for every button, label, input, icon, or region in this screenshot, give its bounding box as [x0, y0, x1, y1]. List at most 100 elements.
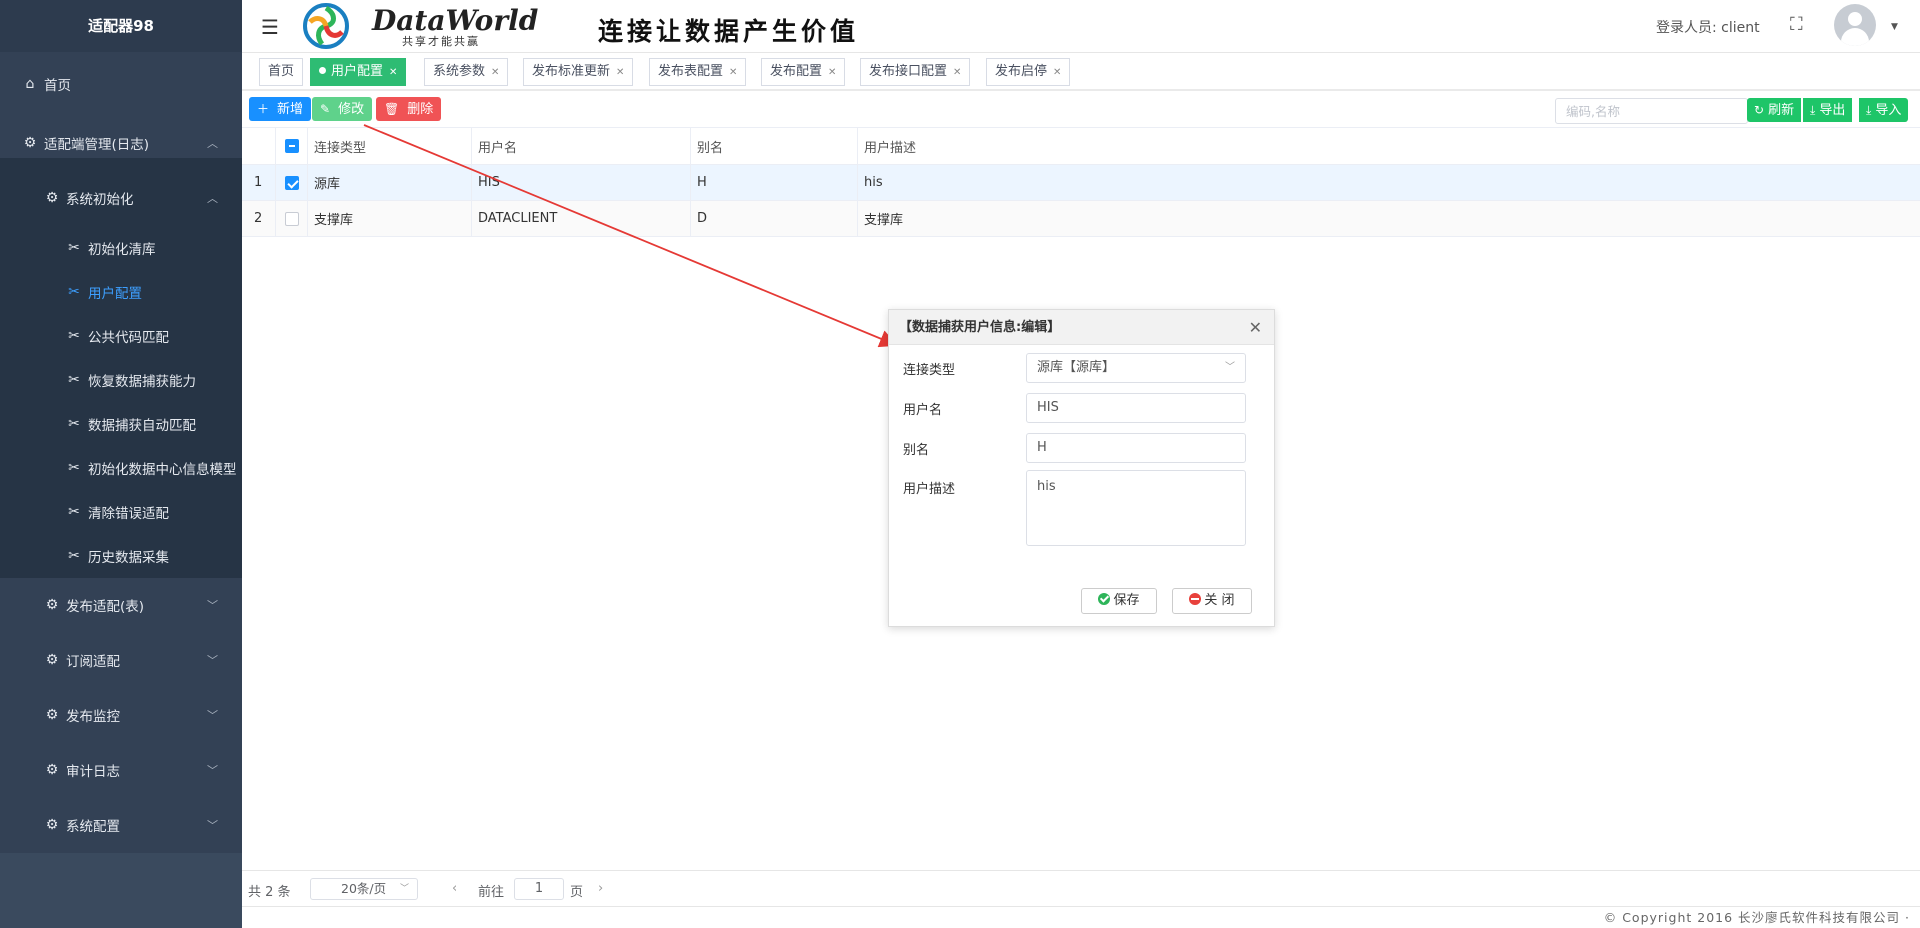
sidebar-item-history[interactable]: ✂ 历史数据采集 [0, 536, 242, 576]
tab-publish-standard[interactable]: 发布标准更新 ✕ [523, 58, 634, 86]
close-icon[interactable]: ✕ [1249, 318, 1262, 337]
sidebar-group-monitor[interactable]: ⚙ 发布监控 ﹀ [0, 695, 242, 735]
tools-icon: ✂ [68, 372, 80, 388]
close-icon[interactable]: ✕ [389, 67, 397, 78]
sidebar-item-restore-capture[interactable]: ✂ 恢复数据捕获能力 [0, 360, 242, 400]
sidebar-item-init-clear[interactable]: ✂ 初始化清库 [0, 228, 242, 268]
table-header: 连接类型 用户名 别名 用户描述 [242, 127, 1920, 165]
chevron-down-icon: ﹀ [207, 709, 218, 722]
row-checkbox[interactable] [284, 175, 299, 190]
close-icon[interactable]: ✕ [953, 67, 961, 78]
tab-publish-startstop[interactable]: 发布启停 ✕ [986, 58, 1071, 86]
close-icon[interactable]: ✕ [616, 67, 624, 78]
sidebar-item-label: 系统配置 [66, 819, 120, 835]
caret-down-icon[interactable]: ▼ [1891, 22, 1898, 32]
sidebar-item-clear-errors[interactable]: ✂ 清除错误适配 [0, 492, 242, 532]
sidebar-group-audit[interactable]: ⚙ 审计日志 ﹀ [0, 750, 242, 790]
tools-icon: ✂ [68, 416, 80, 432]
add-button[interactable]: ＋新增 [249, 97, 312, 121]
tab-publish-config[interactable]: 发布配置 ✕ [761, 58, 846, 86]
column-header[interactable]: 连接类型 [308, 128, 472, 164]
column-header[interactable]: 用户描述 [858, 128, 1920, 164]
close-button[interactable]: 关 闭 [1172, 588, 1252, 614]
row-checkbox[interactable] [284, 211, 299, 226]
prev-page-icon[interactable]: ‹ [452, 881, 457, 896]
sidebar-item-user-config[interactable]: ✂ 用户配置 [0, 272, 242, 312]
app-title: 适配器98 [0, 0, 242, 52]
table-cell: 支撑库 [864, 213, 904, 228]
sidebar-group-system-init[interactable]: ⚙ 系统初始化 ︿ [0, 178, 242, 218]
sidebar-item-auto-match[interactable]: ✂ 数据捕获自动匹配 [0, 404, 242, 444]
close-icon[interactable]: ✕ [491, 67, 499, 78]
column-header[interactable]: 别名 [691, 128, 858, 164]
connection-type-select[interactable]: 源库【源库】 ﹀ [1026, 353, 1246, 383]
chevron-down-icon: ﹀ [1225, 362, 1235, 373]
page-input[interactable]: 1 [514, 878, 564, 900]
logged-in-user: 登录人员: client [1656, 20, 1760, 36]
sidebar-item-code-match[interactable]: ✂ 公共代码匹配 [0, 316, 242, 356]
sidebar-item-label: 初始化清库 [88, 242, 156, 258]
edit-button[interactable]: ✎ 修改 [312, 97, 373, 121]
tab-system-params[interactable]: 系统参数 ✕ [424, 58, 509, 86]
connection-type-label: 连接类型 [903, 363, 956, 378]
close-icon[interactable]: ✕ [729, 67, 737, 78]
select-all-checkbox[interactable] [284, 139, 299, 153]
home-icon: ⌂ [25, 76, 35, 92]
import-button[interactable]: ⤓ 导入 [1859, 98, 1909, 122]
search-input[interactable] [1555, 98, 1748, 124]
sidebar-item-label: 用户配置 [88, 286, 142, 302]
tab-user-config[interactable]: 用户配置 ✕ [310, 58, 407, 86]
sidebar-item-home[interactable]: ⌂ 首页 [0, 64, 242, 104]
sidebar-item-label: 订阅适配 [66, 654, 120, 670]
table-cell: HIS [472, 165, 691, 200]
brand-subtitle: 共享才能共赢 [402, 35, 480, 48]
sidebar-group-adapter-mgmt[interactable]: ⚙ 适配端管理(日志) ︿ [0, 123, 242, 163]
slogan: 连接让数据产生价值 [598, 17, 860, 46]
tools-icon: ✂ [68, 504, 80, 520]
table-cell: D [691, 201, 858, 236]
username-label: 用户名 [903, 403, 943, 418]
sidebar-group-subscribe[interactable]: ⚙ 订阅适配 ﹀ [0, 640, 242, 680]
table-row[interactable]: 2 支撑库 DATACLIENT D 支撑库 [242, 201, 1920, 237]
chevron-down-icon: ﹀ [207, 764, 218, 777]
fullscreen-icon[interactable]: ⛶ [1790, 14, 1803, 35]
next-page-icon[interactable]: › [598, 881, 603, 896]
export-button[interactable]: ⤓ 导出 [1803, 98, 1853, 122]
sidebar-item-init-model[interactable]: ✂ 初始化数据中心信息模型 [0, 448, 242, 488]
sidebar-group-sysconfig[interactable]: ⚙ 系统配置 ﹀ [0, 805, 242, 845]
menu-toggle-icon[interactable]: ☰ [261, 15, 279, 39]
description-label: 用户描述 [903, 482, 956, 497]
chevron-up-icon: ︿ [207, 192, 218, 205]
plus-icon: ＋ [257, 102, 270, 116]
tab-publish-table[interactable]: 发布表配置 ✕ [649, 58, 747, 86]
sidebar-item-label: 历史数据采集 [88, 550, 169, 566]
minus-circle-icon [1189, 593, 1202, 605]
tab-publish-interface[interactable]: 发布接口配置 ✕ [860, 58, 971, 86]
chevron-down-icon: ﹀ [207, 599, 218, 612]
save-button[interactable]: 保存 [1081, 588, 1157, 614]
close-icon[interactable]: ✕ [828, 67, 836, 78]
page-size-select[interactable]: 20条/页 ﹀ [310, 878, 418, 900]
alias-label: 别名 [903, 443, 930, 458]
download-icon: ⤓ [1810, 103, 1816, 117]
table-row[interactable]: 1 源库 HIS H his [242, 165, 1920, 201]
download-icon: ⤓ [1866, 103, 1872, 117]
check-circle-icon [1098, 593, 1111, 605]
edit-icon: ✎ [320, 102, 331, 116]
tab-bar: 首页 用户配置 ✕ 系统参数 ✕ 发布标准更新 ✕ 发布表配置 ✕ 发布配置 ✕ 发布接口… [242, 53, 1920, 91]
delete-button[interactable]: 🗑 删除 [376, 97, 442, 121]
close-icon[interactable]: ✕ [1053, 67, 1061, 78]
tab-home[interactable]: 首页 [259, 58, 304, 86]
gear-icon: ⚙ [45, 652, 59, 668]
refresh-button[interactable]: ↻ 刷新 [1747, 98, 1802, 122]
pagination: 共 2 条 20条/页 ﹀ ‹ 前往 1 页 › [242, 870, 1920, 906]
column-header[interactable]: 用户名 [472, 128, 691, 164]
total-count: 共 2 条 [248, 885, 291, 900]
sidebar-group-publish[interactable]: ⚙ 发布适配(表) ﹀ [0, 585, 242, 625]
gear-icon: ⚙ [45, 707, 59, 723]
tools-icon: ✂ [68, 460, 80, 476]
avatar-icon[interactable] [1834, 4, 1876, 46]
description-field[interactable]: his [1026, 470, 1246, 546]
alias-field[interactable]: H [1026, 433, 1246, 463]
username-field[interactable]: HIS [1026, 393, 1246, 423]
